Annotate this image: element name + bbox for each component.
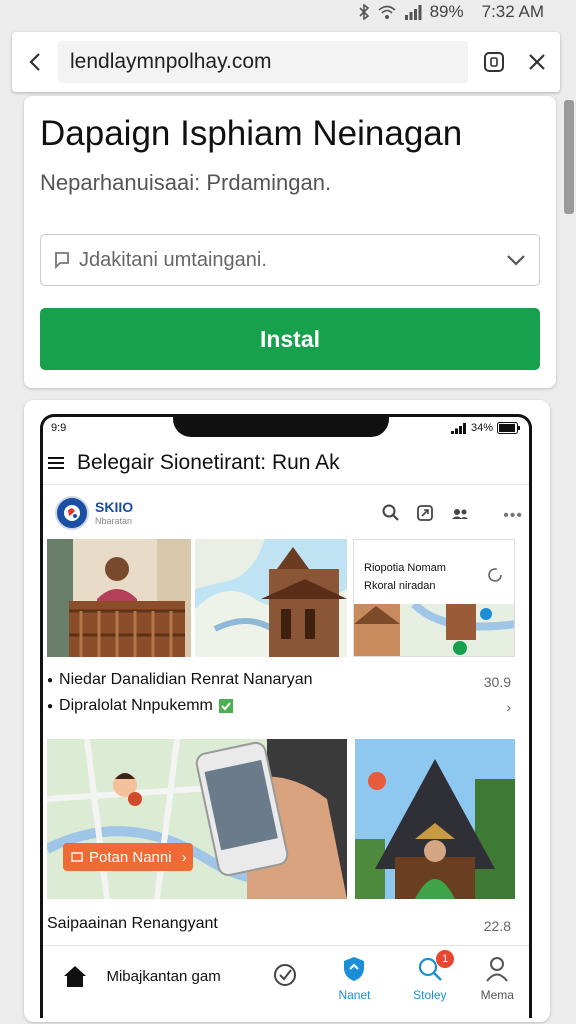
nav-menu[interactable]: Mema [466,946,529,1002]
battery-text: 89% [429,2,464,21]
shield-icon [344,957,365,981]
scrollbar-thumb[interactable] [564,100,574,214]
status-bar: 89% 7:32 AM [0,0,576,24]
phone-time: 9:9 [51,422,67,434]
nav-stoley[interactable]: 1 Stoley [394,946,465,1002]
promo-label: Potan Nanni [89,848,172,866]
avatar[interactable] [55,496,89,530]
profile-row: SKIIO Nbaratan ••• [55,493,523,533]
bluetooth-icon [359,4,369,20]
page-subtitle: Neparhanuisaai: Prdamingan. [40,170,332,195]
profile-handle: Nbaratan [95,516,133,526]
map-info-card[interactable]: Riopotia Nomam Rkoral niradan [353,539,515,657]
nav-check[interactable] [255,946,315,988]
clock: 7:32 AM [481,2,544,21]
back-button[interactable] [12,32,58,92]
install-button[interactable]: Instal [40,308,540,370]
list-chevron[interactable]: › [506,699,511,715]
nav-home[interactable] [43,946,106,988]
people-icon[interactable] [449,503,471,523]
address-bar[interactable]: lendlaymnpolhay.com [58,41,468,83]
close-icon [529,54,545,70]
check-circle-icon [274,964,297,986]
list-item[interactable]: ● Niedar Danalidian Renrat Nanaryan [47,671,313,689]
page-title: Dapaign Isphiam Neinagan [40,114,463,153]
share-icon[interactable] [415,503,435,523]
map-with-building-image[interactable] [195,539,347,657]
url-text: lendlaymnpolhay.com [70,50,272,73]
phone-preview: 9:9 34% Belegair Sionetirant: Run Ak SKI… [40,414,532,1018]
globe-icon [64,505,80,521]
list-item-text: Dipralolat Nnpukemm [59,697,213,714]
ticket-icon [71,852,83,862]
check-badge-icon [218,699,233,713]
tabs-icon [484,52,504,72]
list-item-text: Niedar Danalidian Renrat Nanaryan [59,671,313,688]
chat-icon [55,252,69,269]
phone-app-title: Belegair Sionetirant: Run Ak [77,450,340,474]
close-button[interactable] [514,32,560,92]
nav-home-label[interactable]: Mibajkantan gam [106,946,255,985]
promo-button[interactable]: Potan Nanni › [63,843,193,871]
bottom-navigation: Mibajkantan gam Nanet 1 Stoley Mema [43,945,529,1018]
map-card-title: Riopotia Nomam Rkoral niradan [364,562,446,592]
user-icon [486,957,509,982]
refresh-icon[interactable] [486,566,504,584]
signal-icon [404,5,422,20]
more-options-icon[interactable]: ••• [503,507,523,525]
phone-notch [173,417,389,437]
phone-battery-icon [497,422,520,434]
map-promo-image[interactable]: Potan Nanni › [47,739,347,899]
search-icon[interactable] [381,503,401,523]
option-dropdown[interactable]: Jdakitani umtaingani. [40,234,540,286]
photo-person-balcony[interactable] [47,539,191,657]
temple-photo[interactable] [355,739,515,899]
phone-app-header: Belegair Sionetirant: Run Ak [43,441,529,485]
app-preview-card: 9:9 34% Belegair Sionetirant: Run Ak SKI… [24,400,550,1022]
chevron-down-icon [507,255,525,266]
phone-battery-text: 34% [470,422,493,434]
chevron-right-icon: › [181,848,187,866]
browser-toolbar: lendlaymnpolhay.com [12,32,560,92]
wifi-icon [378,5,396,19]
tabs-button[interactable] [474,32,514,92]
list-item[interactable]: ● Dipralolat Nnpukemm [47,697,233,715]
profile-name: SKIIO [95,499,134,515]
phone-signal-icon [450,422,466,434]
back-arrow-icon [29,53,40,71]
home-icon [63,966,86,987]
hamburger-menu-icon[interactable] [47,455,65,471]
nav-menu-label: Mema [480,988,514,1002]
nav-planet-label: Nanet [338,988,371,1002]
dropdown-placeholder: Jdakitani umtaingani. [79,248,267,271]
list-item-value: 30.9 [483,674,511,690]
nav-stoley-label: Stoley [413,988,447,1002]
list-item-text: Saipaainan Renangyant [47,915,218,932]
list-item[interactable]: Saipaainan Renangyant [47,915,218,933]
app-install-card: Dapaign Isphiam Neinagan Neparhanuisaai:… [24,96,556,388]
notification-badge: 1 [436,950,455,968]
list-item-value: 22.8 [483,918,511,934]
nav-planet[interactable]: Nanet [315,946,394,1002]
